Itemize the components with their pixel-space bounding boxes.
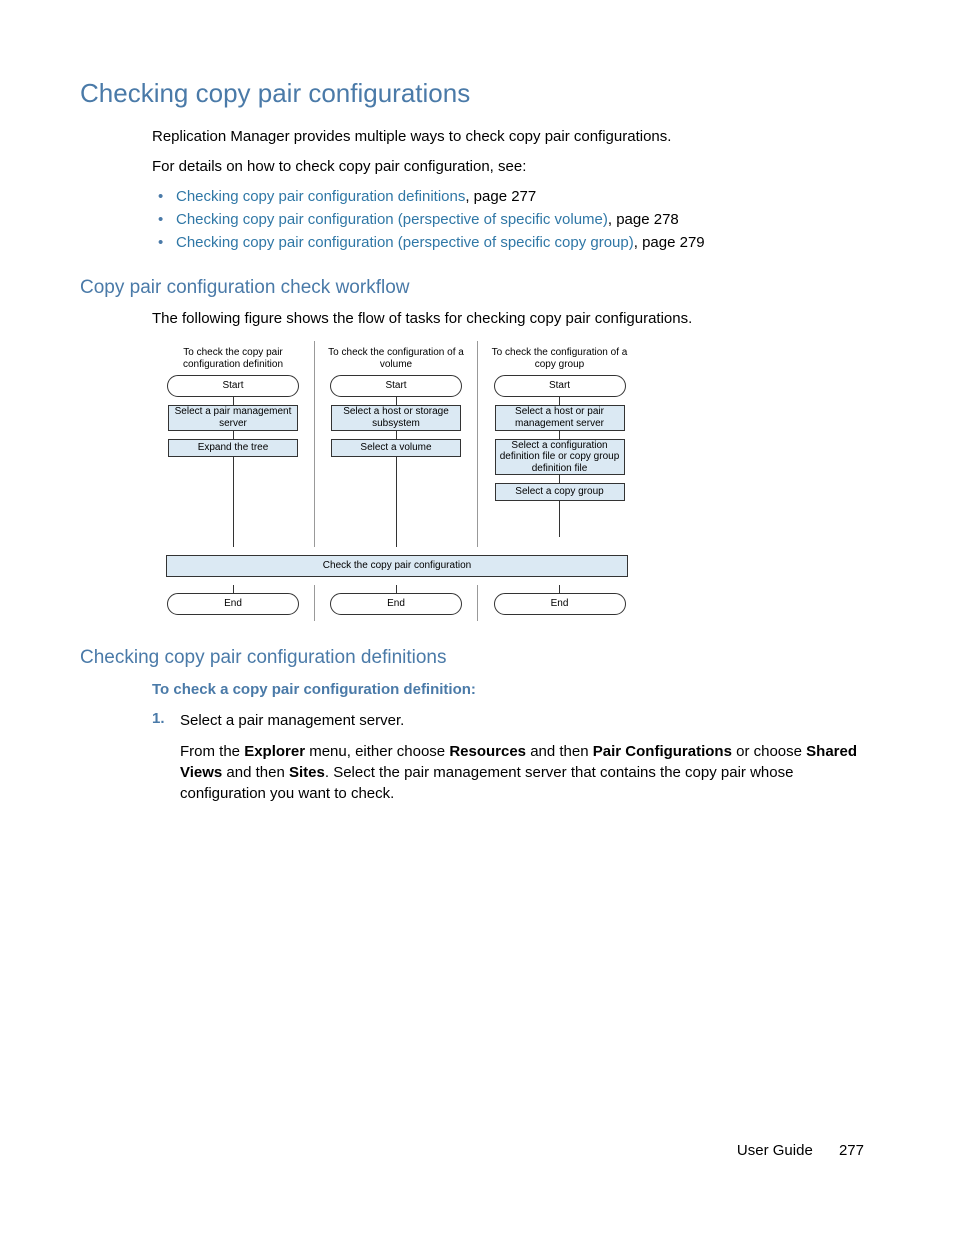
flow-shared-step: Check the copy pair configuration	[166, 555, 628, 577]
t: and then	[222, 764, 289, 781]
step-1-paragraph: From the Explorer menu, either choose Re…	[80, 741, 874, 804]
flow-end: End	[330, 593, 462, 615]
flow-end: End	[494, 593, 626, 615]
menu-resources: Resources	[449, 743, 526, 760]
flow-start: Start	[330, 375, 462, 397]
link-page-ref: , page 277	[465, 188, 536, 205]
see-also-list: Checking copy pair configuration definit…	[80, 188, 874, 251]
footer-label: User Guide	[737, 1142, 813, 1159]
footer-page-number: 277	[839, 1142, 864, 1159]
flow-end: End	[167, 593, 299, 615]
link-check-copy-group[interactable]: Checking copy pair configuration (perspe…	[176, 234, 634, 251]
intro-paragraph-2: For details on how to check copy pair co…	[80, 157, 874, 177]
flow-step: Select a host or pair management server	[495, 405, 625, 431]
list-item: Checking copy pair configuration definit…	[176, 188, 874, 205]
link-check-definitions[interactable]: Checking copy pair configuration definit…	[176, 188, 465, 205]
heading-workflow: Copy pair configuration check workflow	[80, 277, 874, 299]
intro-paragraph-1: Replication Manager provides multiple wa…	[80, 127, 874, 147]
flow-start: Start	[167, 375, 299, 397]
flow-start: Start	[494, 375, 626, 397]
workflow-diagram: To check the copy pair configuration def…	[152, 341, 642, 621]
link-check-volume[interactable]: Checking copy pair configuration (perspe…	[176, 211, 608, 228]
flow-step: Expand the tree	[168, 439, 298, 457]
heading-definitions: Checking copy pair configuration definit…	[80, 647, 874, 669]
menu-sites: Sites	[289, 764, 325, 781]
flow-column-copy-group: To check the configuration of a copy gro…	[478, 341, 641, 547]
t: menu, either choose	[305, 743, 449, 760]
menu-pair-configurations: Pair Configurations	[593, 743, 732, 760]
step-1: 1. Select a pair management server.	[80, 710, 874, 731]
step-text: Select a pair management server.	[180, 710, 404, 731]
flow-step: Select a configuration definition file o…	[495, 439, 625, 475]
link-page-ref: , page 278	[608, 211, 679, 228]
flow-step: Select a copy group	[495, 483, 625, 501]
procedure-title: To check a copy pair configuration defin…	[80, 681, 874, 698]
step-number: 1.	[152, 710, 180, 731]
flow-header: To check the copy pair configuration def…	[152, 341, 314, 375]
flow-column-definition: To check the copy pair configuration def…	[152, 341, 315, 547]
workflow-intro: The following figure shows the flow of t…	[80, 309, 874, 329]
explorer-menu-name: Explorer	[244, 743, 305, 760]
flow-header: To check the configuration of a copy gro…	[478, 341, 641, 375]
flow-step: Select a volume	[331, 439, 461, 457]
link-page-ref: , page 279	[634, 234, 705, 251]
flow-step: Select a pair management server	[168, 405, 298, 431]
page-footer: User Guide 277	[737, 1142, 864, 1159]
flow-header: To check the configuration of a volume	[315, 341, 477, 375]
t: and then	[526, 743, 593, 760]
page-title: Checking copy pair configurations	[80, 78, 874, 109]
flow-column-volume: To check the configuration of a volume S…	[315, 341, 478, 547]
t: From the	[180, 743, 244, 760]
t: or choose	[732, 743, 806, 760]
list-item: Checking copy pair configuration (perspe…	[176, 211, 874, 228]
list-item: Checking copy pair configuration (perspe…	[176, 234, 874, 251]
flow-step: Select a host or storage subsystem	[331, 405, 461, 431]
